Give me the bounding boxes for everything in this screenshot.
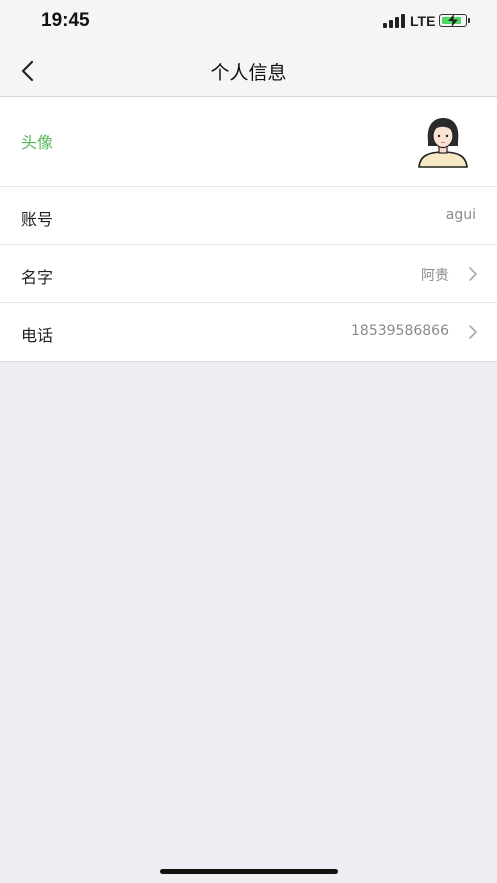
- phone-label: 电话: [21, 326, 54, 345]
- page-title: 个人信息: [210, 62, 287, 84]
- home-indicator[interactable]: [160, 869, 338, 874]
- profile-list: 头像 账号 agui 名字 阿贵 电话 18539586866: [0, 97, 497, 362]
- charging-bolt-icon: [448, 14, 458, 27]
- status-bar: 19:45 LTE: [0, 0, 497, 44]
- avatar-row[interactable]: 头像: [0, 97, 497, 187]
- network-type: LTE: [410, 13, 436, 29]
- phone-value: 18539586866: [351, 323, 449, 339]
- chevron-right-icon: [469, 267, 477, 281]
- battery-cap: [468, 18, 470, 23]
- signal-icon: [383, 14, 407, 28]
- avatar-girl-icon[interactable]: [416, 115, 470, 169]
- account-row: 账号 agui: [0, 187, 497, 245]
- chevron-right-icon: [469, 325, 477, 339]
- account-label: 账号: [21, 210, 54, 229]
- name-row[interactable]: 名字 阿贵: [0, 245, 497, 303]
- name-label: 名字: [21, 268, 54, 287]
- account-value: agui: [445, 207, 476, 223]
- nav-bar: 个人信息: [0, 44, 497, 97]
- name-value: 阿贵: [421, 268, 449, 284]
- phone-row[interactable]: 电话 18539586866: [0, 303, 497, 361]
- status-time: 19:45: [41, 10, 90, 31]
- avatar-label: 头像: [21, 133, 54, 152]
